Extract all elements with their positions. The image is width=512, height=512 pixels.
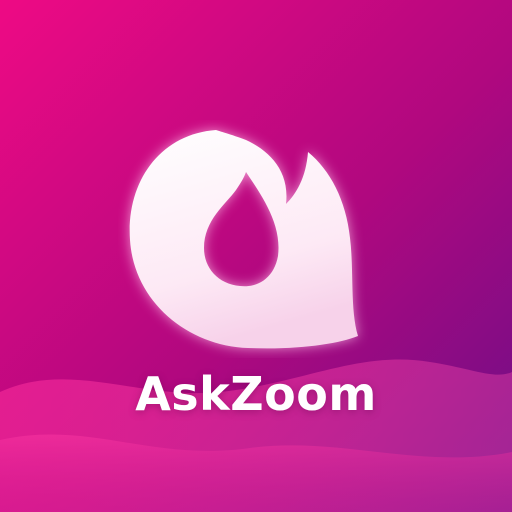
splash-screen: AskZoom (0, 0, 512, 512)
app-name: AskZoom (135, 367, 377, 421)
flame-icon (129, 130, 358, 349)
